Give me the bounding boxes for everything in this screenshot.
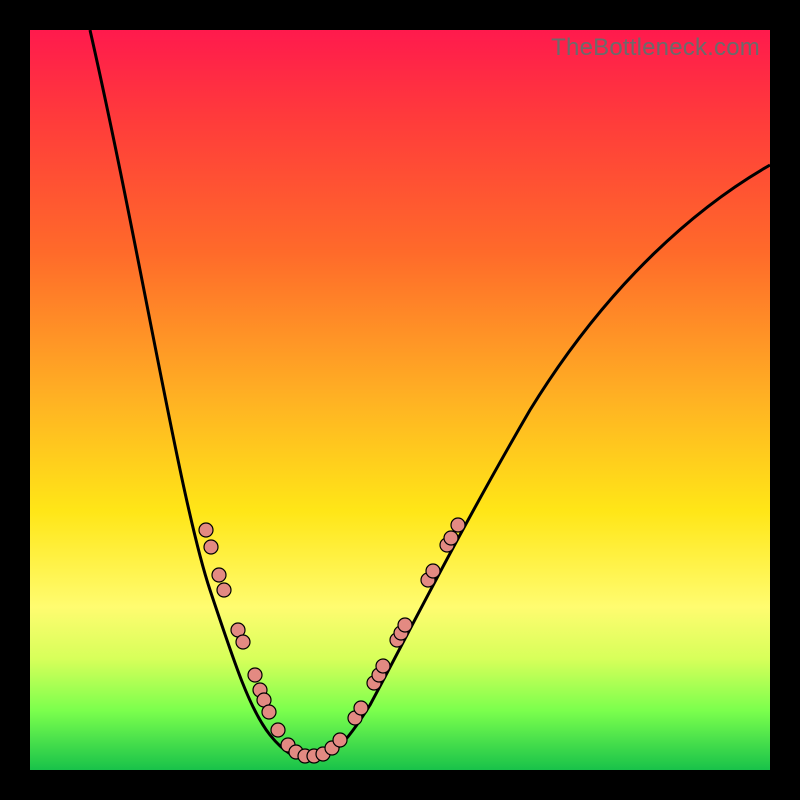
curve-marker xyxy=(204,540,218,554)
curve-marker xyxy=(217,583,231,597)
curve-marker xyxy=(236,635,250,649)
curve-marker xyxy=(451,518,465,532)
curve-marker xyxy=(199,523,213,537)
curve-marker xyxy=(262,705,276,719)
bottleneck-curve xyxy=(90,30,770,760)
curve-marker xyxy=(212,568,226,582)
curve-marker xyxy=(398,618,412,632)
curve-markers xyxy=(199,518,465,763)
curve-marker xyxy=(376,659,390,673)
curve-marker xyxy=(354,701,368,715)
chart-svg xyxy=(30,30,770,770)
curve-marker xyxy=(333,733,347,747)
chart-frame: TheBottleneck.com xyxy=(0,0,800,800)
curve-marker xyxy=(444,531,458,545)
curve-marker xyxy=(248,668,262,682)
curve-marker xyxy=(271,723,285,737)
plot-area: TheBottleneck.com xyxy=(30,30,770,770)
curve-marker xyxy=(426,564,440,578)
